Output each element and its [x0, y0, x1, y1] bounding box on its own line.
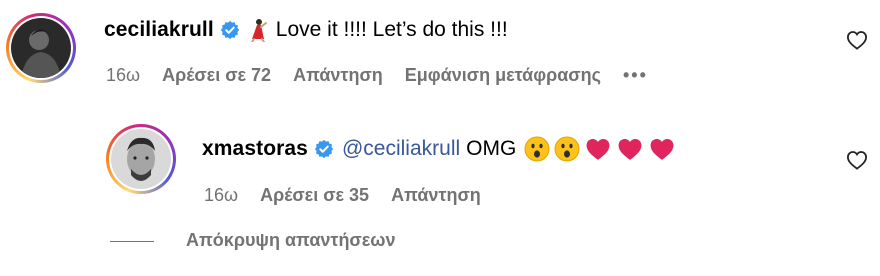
red-heart-emoji-icon — [650, 138, 674, 160]
red-heart-emoji-icon — [618, 138, 642, 160]
hide-replies-button[interactable]: Απόκρυψη απαντήσεων — [186, 230, 396, 251]
mention-link[interactable]: @ceciliakrull — [342, 137, 460, 161]
reply-reply-button[interactable]: Απάντηση — [391, 185, 481, 206]
see-translation-button[interactable]: Εμφάνιση μετάφρασης — [405, 65, 601, 86]
reply-meta: 16ω Αρέσει σε 35 Απάντηση — [204, 185, 503, 206]
reply-text: OMG — [466, 137, 517, 160]
comment-text: Love it !!!! Let’s do this !!! — [275, 18, 508, 41]
like-heart-icon[interactable] — [846, 30, 868, 50]
dancer-emoji-icon — [250, 19, 267, 42]
username-ceciliakrull[interactable]: ceciliakrull — [104, 18, 214, 42]
comment-header: ceciliakrull Love it !!!! Let’s do this … — [104, 18, 508, 42]
like-heart-icon[interactable] — [846, 150, 868, 170]
red-heart-emoji-icon — [586, 138, 610, 160]
astonished-face-emoji-icon — [554, 136, 580, 162]
reply-time: 16ω — [204, 185, 239, 205]
verified-badge-icon — [314, 139, 334, 159]
more-options-button[interactable]: ••• — [623, 65, 648, 86]
comment-meta: 16ω Αρέσει σε 72 Απάντηση Εμφάνιση μετάφ… — [106, 65, 670, 86]
comment-time: 16ω — [106, 65, 141, 85]
replies-divider-line — [110, 241, 154, 242]
reply-likes[interactable]: Αρέσει σε 35 — [260, 185, 369, 206]
comment-reply-button[interactable]: Απάντηση — [293, 65, 383, 86]
verified-badge-icon — [220, 20, 239, 40]
comment-likes[interactable]: Αρέσει σε 72 — [162, 65, 271, 86]
avatar-ring-xmastoras[interactable] — [106, 124, 176, 194]
avatar-ceciliakrull — [11, 18, 71, 78]
reply-header: xmastoras @ceciliakrull OMG — [202, 136, 676, 162]
avatar-ring-ceciliakrull[interactable] — [6, 13, 76, 83]
username-xmastoras[interactable]: xmastoras — [202, 137, 308, 161]
astonished-face-emoji-icon — [524, 136, 550, 162]
avatar-xmastoras — [111, 129, 171, 189]
